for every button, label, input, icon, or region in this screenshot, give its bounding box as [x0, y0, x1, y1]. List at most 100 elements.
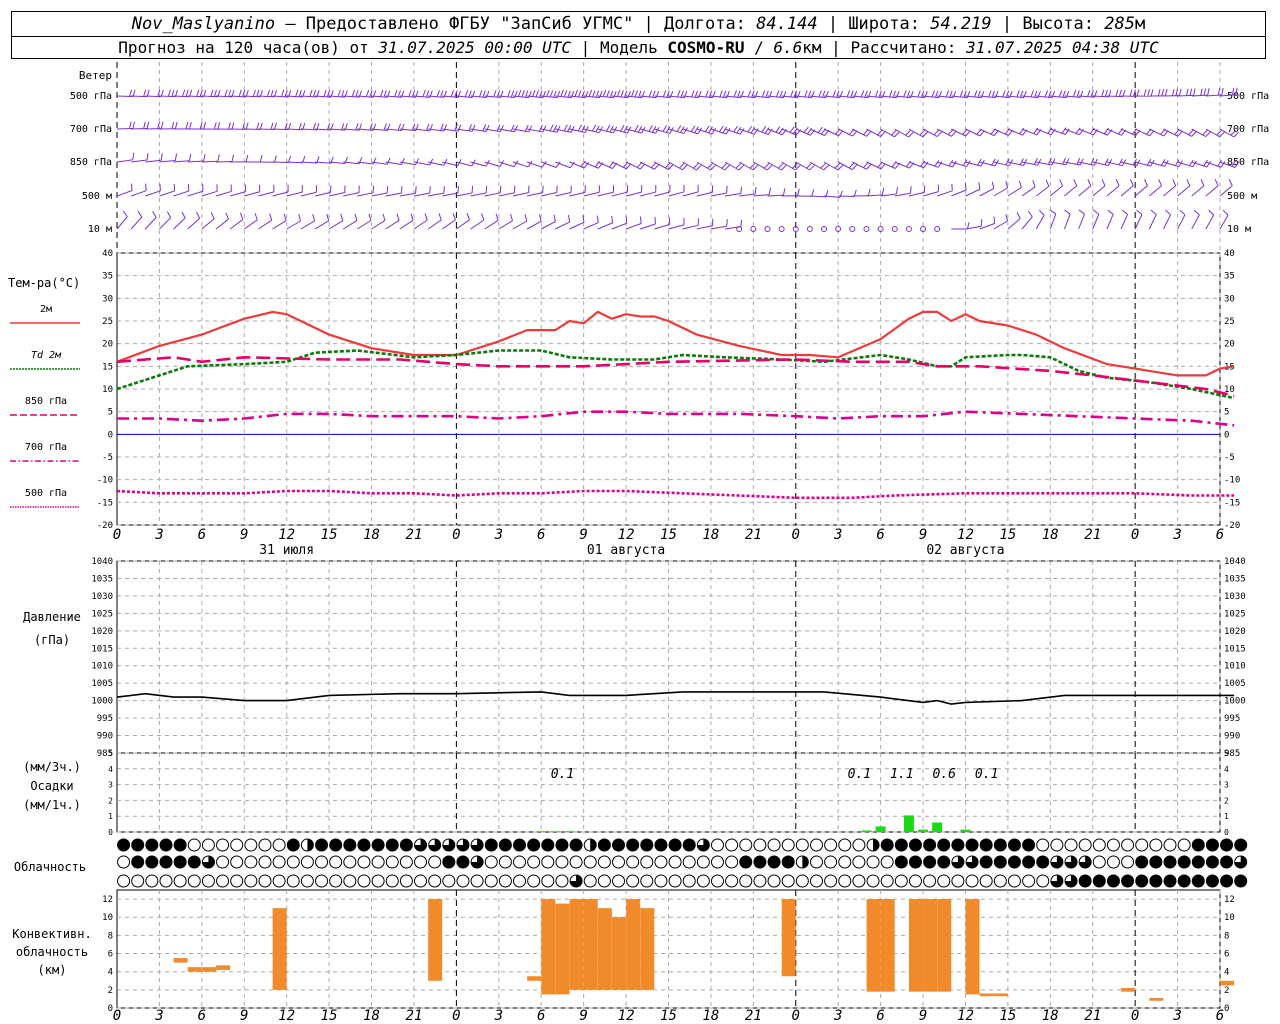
wind-barb — [866, 128, 881, 137]
wind-barb-feather — [231, 122, 235, 130]
conv-ytick-right: 4 — [1224, 968, 1229, 978]
wind-barb — [795, 161, 810, 171]
wind-calm — [905, 226, 912, 232]
wind-barb-feather — [288, 155, 292, 163]
temp-axis-hour-tick: 0 — [452, 527, 460, 543]
cloud-fill-overcast — [1036, 856, 1049, 868]
cloud-symbol-low — [640, 874, 654, 888]
wind-barb-feather — [1092, 209, 1100, 215]
cloud-circle — [286, 855, 300, 869]
wind-barb-feather — [245, 122, 249, 130]
wind-barb-feather — [129, 121, 132, 129]
cloud-symbol-low — [1205, 874, 1219, 888]
wind-barb-feather — [577, 124, 582, 132]
wind-barb — [314, 128, 331, 131]
cloud-fill-overcast — [145, 856, 158, 868]
wind-barb-feather — [535, 90, 540, 98]
wind-barb — [244, 95, 261, 98]
cloud-circle — [357, 855, 371, 869]
wind-barb-feather — [948, 159, 954, 167]
wind-barb-feather — [174, 121, 178, 129]
wind-barb — [512, 192, 529, 197]
wind-barb — [272, 161, 289, 164]
wind-barb-feather — [1221, 87, 1224, 95]
wind-barb-feather — [1219, 131, 1226, 138]
cloud-fill-overcast — [654, 839, 667, 851]
wind-calm — [806, 226, 813, 232]
wind-barb — [371, 192, 388, 197]
temp-axis-hour-tick: 18 — [363, 527, 380, 543]
wind-barb-feather — [1033, 158, 1038, 165]
cloud-symbol-mid — [795, 855, 809, 869]
wind-barb — [1205, 214, 1215, 230]
wind-barb-feather — [733, 125, 738, 133]
conv-axis-hour-tick: 21 — [406, 1008, 423, 1024]
cloud-circle — [201, 838, 215, 852]
wind-barb-feather — [889, 90, 893, 98]
conv-axis-hour-tick: 18 — [1042, 1008, 1059, 1024]
cloud-circle — [258, 838, 272, 852]
pressure-ytick-right: 1015 — [1224, 644, 1246, 654]
wind-barb-feather — [993, 216, 996, 224]
day-label: 31 июля — [259, 543, 314, 558]
cloud-fill-overcast — [159, 839, 172, 851]
precip-ytick-right: 4 — [1224, 765, 1229, 774]
cloud-symbol-high — [951, 838, 965, 852]
precip-bar — [536, 831, 547, 832]
wind-barb — [668, 161, 683, 171]
cloud-symbol-mid — [951, 855, 965, 869]
cloud-symbol-high — [300, 838, 314, 852]
wind-barb-row — [116, 121, 1240, 138]
cloud-circle — [498, 855, 512, 869]
wind-barb — [724, 193, 741, 197]
cloud-symbol-mid — [258, 855, 272, 869]
wind-barb — [343, 192, 360, 197]
cloud-circle — [286, 874, 300, 888]
precip-bar — [960, 829, 971, 832]
wind-barb — [597, 222, 613, 230]
wind-barb-feather — [809, 164, 815, 171]
wind-barb-feather — [152, 211, 157, 218]
cloud-symbol-low — [597, 874, 611, 888]
wind-barb-feather — [780, 164, 787, 171]
wind-barb-feather — [400, 186, 403, 194]
wind-barb — [639, 161, 655, 170]
cloud-symbol-low — [838, 874, 852, 888]
wind-barb-feather — [931, 90, 935, 98]
wind-barb — [428, 192, 444, 197]
cloud-circle — [117, 855, 131, 869]
wind-barb — [1205, 94, 1222, 97]
cloud-fill-overcast — [1008, 839, 1021, 851]
wind-barb-feather — [947, 129, 954, 136]
conv-bar — [1149, 998, 1164, 1001]
cloud-symbol-low — [1092, 874, 1106, 888]
cloud-symbol-high — [272, 838, 286, 852]
cloud-circle — [894, 874, 908, 888]
wind-calm — [891, 226, 898, 232]
cloud-circle — [824, 874, 838, 888]
wind-barb — [498, 220, 513, 230]
pressure-title: Давление — [23, 610, 81, 624]
wind-barb-feather — [401, 157, 405, 165]
cloud-symbol-low — [710, 874, 724, 888]
cloud-symbol-low — [159, 874, 173, 888]
cloud-symbol-mid — [216, 855, 230, 869]
wind-barb-feather — [408, 89, 412, 97]
cloud-symbol-high — [1163, 838, 1177, 852]
cloud-fill-overcast — [1149, 856, 1162, 868]
cloud-symbol-high — [159, 838, 173, 852]
wind-barb — [625, 223, 642, 230]
wind-barb — [1191, 214, 1200, 230]
wind-barb-feather — [1045, 179, 1050, 187]
cloud-symbol-high — [1177, 838, 1191, 852]
wind-barb-feather — [532, 89, 536, 97]
wind-barb-feather — [874, 90, 879, 98]
conv-ytick-right: 6 — [1224, 950, 1229, 960]
cloud-symbol-low — [1022, 874, 1036, 888]
wind-barb-feather — [1186, 88, 1189, 96]
cloud-symbol-mid — [682, 855, 696, 869]
cloud-symbol-high — [329, 838, 343, 852]
cloud-symbol-high — [597, 838, 611, 852]
cloud-symbol-low — [117, 874, 131, 888]
cloud-circle — [329, 855, 343, 869]
